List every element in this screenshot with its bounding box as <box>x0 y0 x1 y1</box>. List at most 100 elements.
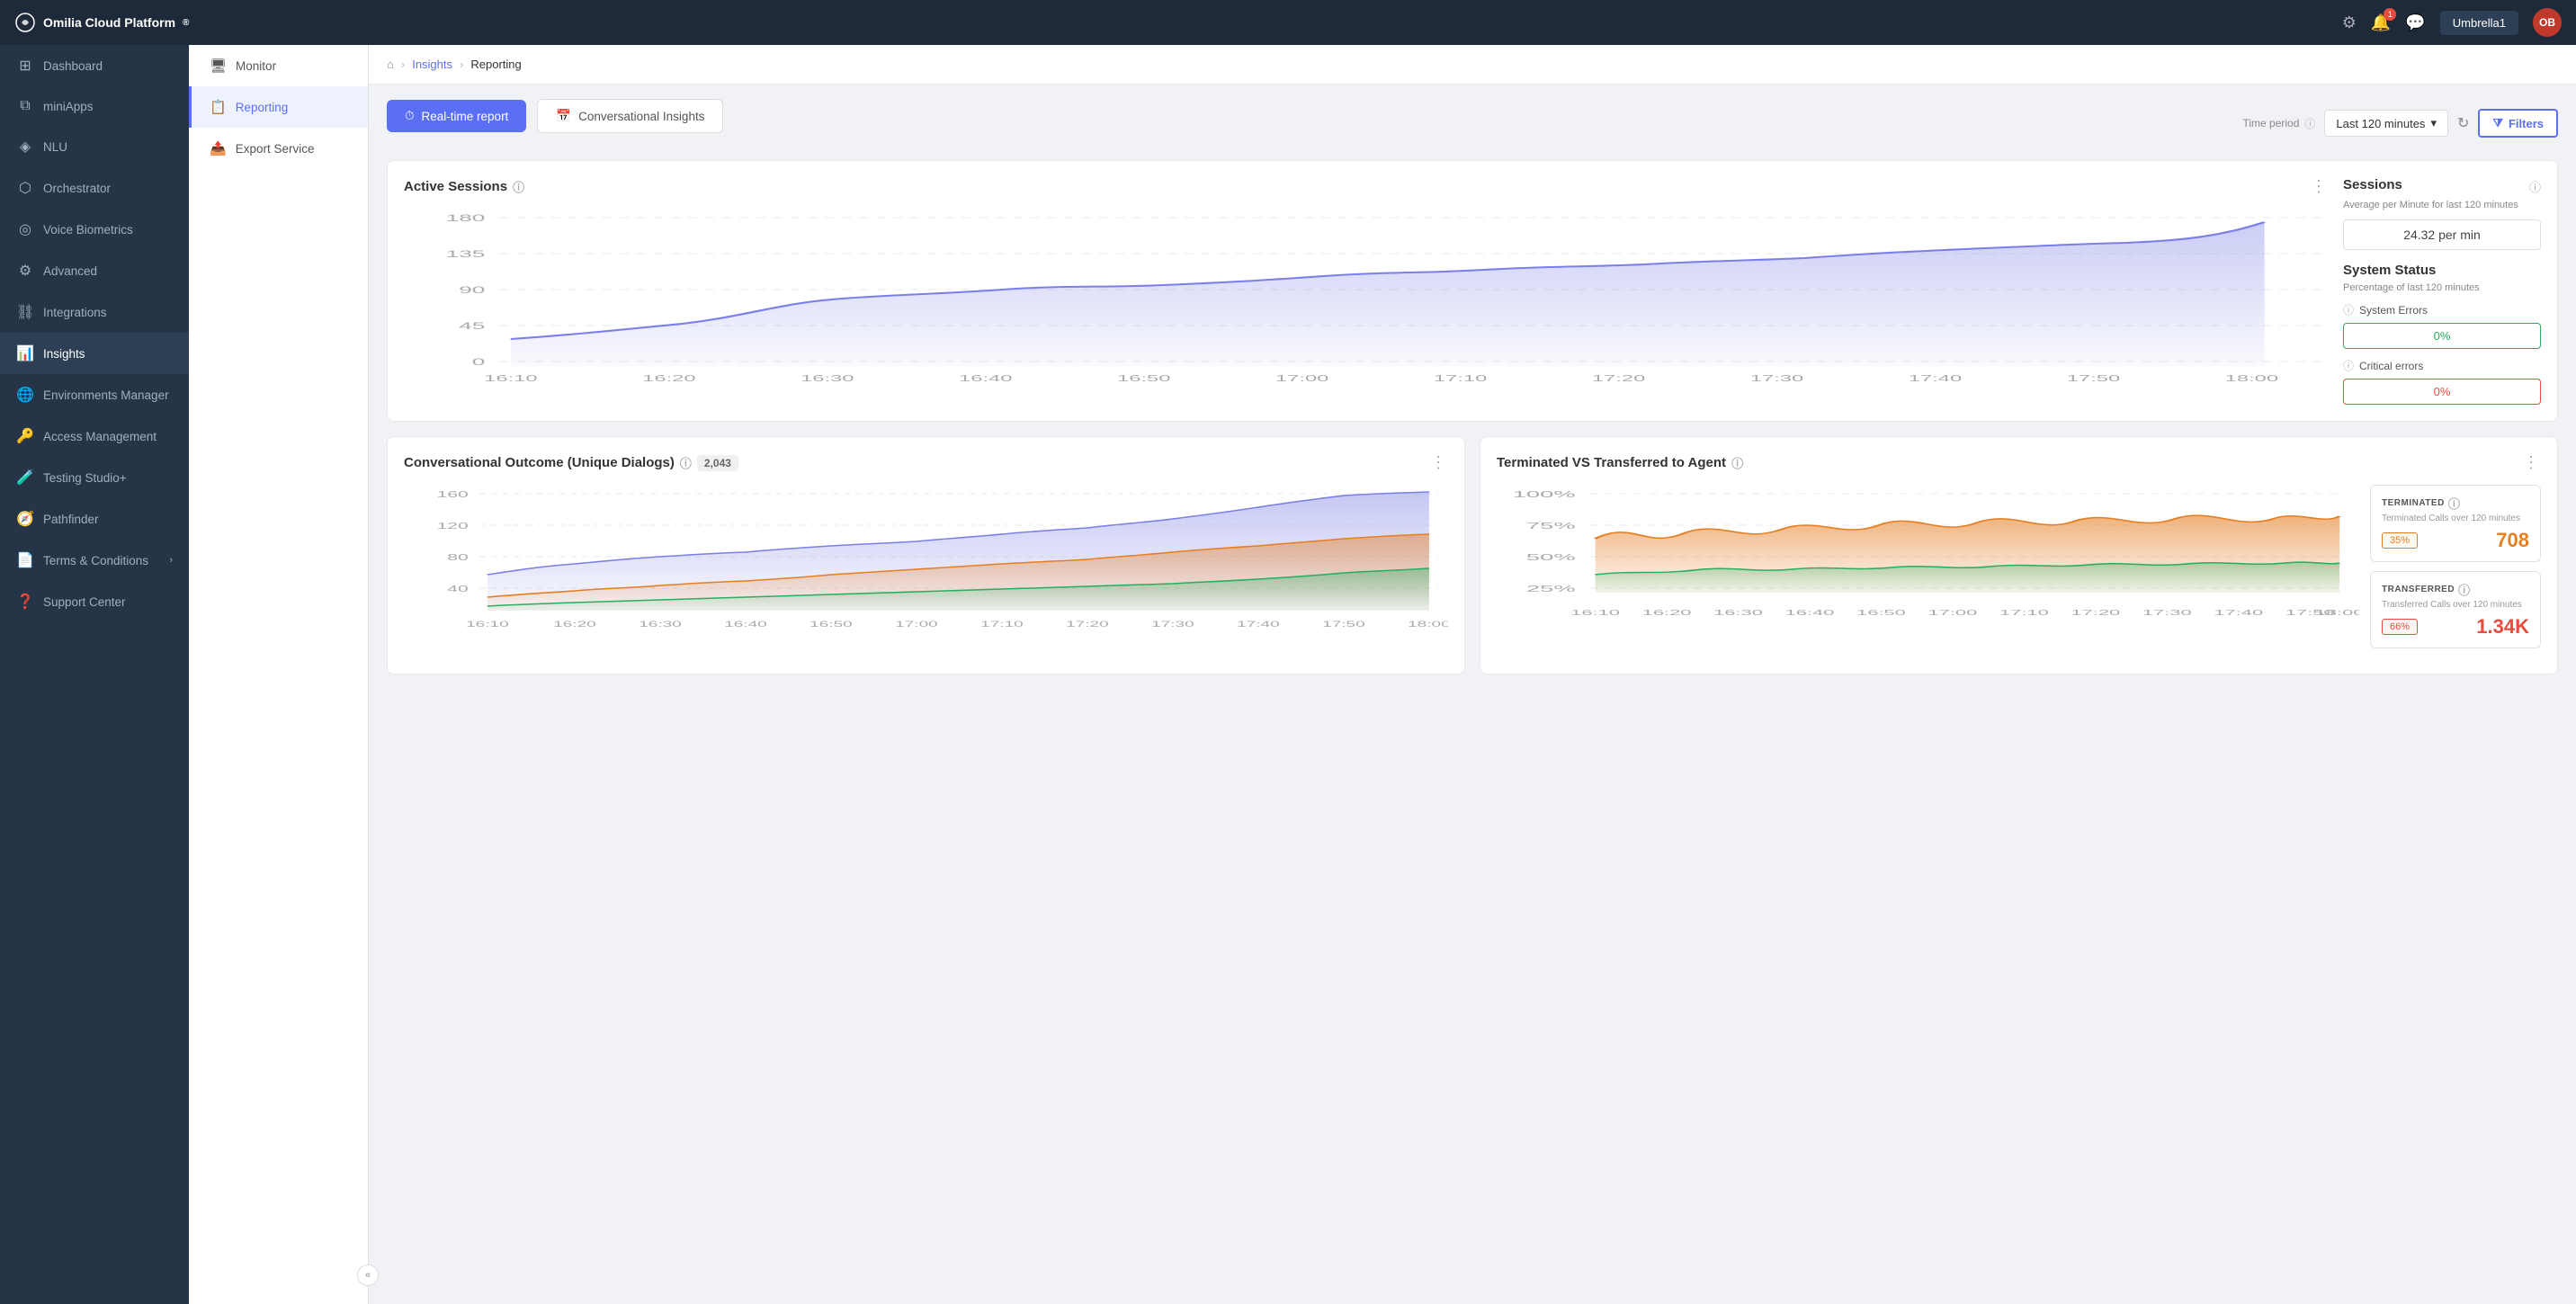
tab-bar: ⏱ Real-time report 📅 Conversational Insi… <box>387 99 723 133</box>
critical-errors-info-icon: ⓘ <box>2343 358 2354 373</box>
secondary-item-reporting[interactable]: 📋 Reporting <box>189 86 368 128</box>
svg-text:17:30: 17:30 <box>1151 621 1194 630</box>
time-period-selector[interactable]: Last 120 minutes ▾ <box>2324 110 2448 137</box>
sidebar: ⊞ Dashboard ⧉ miniApps ◈ NLU ⬡ Orchestra… <box>0 45 189 1304</box>
logo-icon <box>14 12 36 33</box>
critical-errors-label: Critical errors <box>2359 360 2423 372</box>
sidebar-label-nlu: NLU <box>43 140 173 154</box>
dropdown-arrow-icon: ▾ <box>2430 116 2437 130</box>
sidebar-item-access-management[interactable]: 🔑 Access Management <box>0 415 189 457</box>
monitor-icon: 🖥 <box>210 58 227 74</box>
sidebar-item-environments[interactable]: 🌐 Environments Manager <box>0 374 189 415</box>
sidebar-item-miniapps[interactable]: ⧉ miniApps <box>0 86 189 126</box>
svg-text:180: 180 <box>446 213 486 224</box>
svg-text:16:40: 16:40 <box>724 621 767 630</box>
svg-text:80: 80 <box>447 553 468 563</box>
svg-text:17:10: 17:10 <box>980 621 1024 630</box>
sidebar-item-testing-studio[interactable]: 🧪 Testing Studio+ <box>0 457 189 498</box>
svg-text:17:50: 17:50 <box>1322 621 1365 630</box>
transferred-stats-box: TRANSFERRED ⓘ Transferred Calls over 120… <box>2370 571 2541 648</box>
sidebar-label-access-management: Access Management <box>43 430 173 443</box>
system-errors-info-icon: ⓘ <box>2343 302 2354 317</box>
sidebar-label-testing-studio: Testing Studio+ <box>43 471 173 485</box>
sessions-card-header: Active Sessions ⓘ ⋮ <box>404 177 2329 196</box>
terminated-more-button[interactable]: ⋮ <box>2523 453 2541 472</box>
terminated-label: TERMINATED ⓘ <box>2382 495 2529 512</box>
sidebar-item-insights[interactable]: 📊 Insights <box>0 333 189 374</box>
sessions-right-panel: Sessions ⓘ Average per Minute for last 1… <box>2343 177 2541 405</box>
insights-icon: 📊 <box>16 344 34 362</box>
support-icon: ❓ <box>16 593 34 611</box>
svg-text:25%: 25% <box>1526 584 1576 594</box>
svg-text:16:50: 16:50 <box>1856 609 1906 617</box>
account-selector[interactable]: Umbrella1 <box>2440 11 2518 35</box>
realtime-icon: ⏱ <box>405 109 415 123</box>
svg-text:17:00: 17:00 <box>1275 373 1328 384</box>
sidebar-item-advanced[interactable]: ⚙ Advanced <box>0 250 189 291</box>
sidebar-label-pathfinder: Pathfinder <box>43 513 173 526</box>
svg-text:40: 40 <box>447 585 468 594</box>
svg-text:17:20: 17:20 <box>1066 621 1109 630</box>
svg-text:16:20: 16:20 <box>553 621 596 630</box>
notifications-icon[interactable]: 🔔 1 <box>2371 13 2391 32</box>
sidebar-label-advanced: Advanced <box>43 264 173 278</box>
sidebar-label-terms: Terms & Conditions <box>43 554 160 567</box>
breadcrumb: ⌂ › Insights › Reporting <box>369 45 2576 85</box>
filters-button[interactable]: ⧩ Filters <box>2478 109 2558 138</box>
secondary-item-export-service[interactable]: 📤 Export Service <box>189 128 368 169</box>
toolbar: Time period ⓘ Last 120 minutes ▾ ↻ ⧩ Fil… <box>2242 109 2558 138</box>
secondary-sidebar: 🖥 Monitor 📋 Reporting 📤 Export Service « <box>189 45 369 1304</box>
collapse-sidebar-button[interactable]: « <box>357 1264 379 1286</box>
svg-text:16:10: 16:10 <box>1570 609 1620 617</box>
svg-text:0: 0 <box>472 357 486 368</box>
outcome-more-button[interactable]: ⋮ <box>1430 453 1448 472</box>
svg-text:135: 135 <box>446 249 486 260</box>
sidebar-item-terms[interactable]: 📄 Terms & Conditions › <box>0 540 189 581</box>
sidebar-item-nlu[interactable]: ◈ NLU <box>0 126 189 167</box>
filter-icon: ⧩ <box>2492 116 2503 130</box>
sidebar-item-dashboard[interactable]: ⊞ Dashboard <box>0 45 189 86</box>
terms-arrow: › <box>169 555 173 566</box>
outcome-title: Conversational Outcome (Unique Dialogs) … <box>404 454 738 471</box>
svg-text:18:00: 18:00 <box>1408 621 1448 630</box>
sidebar-item-pathfinder[interactable]: 🧭 Pathfinder <box>0 498 189 540</box>
svg-text:17:20: 17:20 <box>2071 609 2120 617</box>
svg-text:45: 45 <box>459 321 485 332</box>
svg-text:16:20: 16:20 <box>642 373 695 384</box>
system-status-subtitle: Percentage of last 120 minutes <box>2343 282 2541 293</box>
messages-icon[interactable]: 💬 <box>2405 13 2425 32</box>
access-management-icon: 🔑 <box>16 427 34 445</box>
terminated-chart-area: 100% 75% 50% 25% 16:10 16 <box>1497 485 2359 657</box>
sessions-more-button[interactable]: ⋮ <box>2311 177 2329 196</box>
transferred-label: TRANSFERRED ⓘ <box>2382 581 2529 598</box>
sessions-title-text: Active Sessions <box>404 179 507 194</box>
sidebar-label-environments: Environments Manager <box>43 389 173 402</box>
miniapps-icon: ⧉ <box>16 98 34 114</box>
svg-text:17:10: 17:10 <box>1434 373 1487 384</box>
settings-icon[interactable]: ⚙ <box>2342 13 2357 32</box>
nlu-icon: ◈ <box>16 138 34 156</box>
breadcrumb-home-icon: ⌂ <box>387 58 394 71</box>
tab-realtime[interactable]: ⏱ Real-time report <box>387 100 526 132</box>
svg-text:18:00: 18:00 <box>2225 373 2278 384</box>
breadcrumb-insights-link[interactable]: Insights <box>412 58 452 71</box>
tab-conversational[interactable]: 📅 Conversational Insights <box>537 99 723 133</box>
sidebar-label-support: Support Center <box>43 595 173 609</box>
sidebar-item-support[interactable]: ❓ Support Center <box>0 581 189 622</box>
sidebar-item-orchestrator[interactable]: ⬡ Orchestrator <box>0 167 189 209</box>
breadcrumb-sep-2: › <box>460 58 463 71</box>
sidebar-label-dashboard: Dashboard <box>43 59 173 73</box>
svg-text:17:30: 17:30 <box>2142 609 2192 617</box>
secondary-item-monitor[interactable]: 🖥 Monitor <box>189 45 368 86</box>
critical-errors-value: 0% <box>2343 379 2541 405</box>
sidebar-item-voice-biometrics[interactable]: ◎ Voice Biometrics <box>0 209 189 250</box>
user-avatar[interactable]: OB <box>2533 8 2562 37</box>
terminated-subtitle: Terminated Calls over 120 minutes <box>2382 514 2529 523</box>
refresh-button[interactable]: ↻ <box>2457 114 2469 132</box>
transferred-box-info-icon: ⓘ <box>2458 581 2471 598</box>
environments-icon: 🌐 <box>16 386 34 404</box>
sidebar-label-orchestrator: Orchestrator <box>43 182 173 195</box>
notification-badge: 1 <box>2384 8 2396 21</box>
svg-text:50%: 50% <box>1526 552 1576 562</box>
sidebar-item-integrations[interactable]: ⛓ Integrations <box>0 291 189 333</box>
